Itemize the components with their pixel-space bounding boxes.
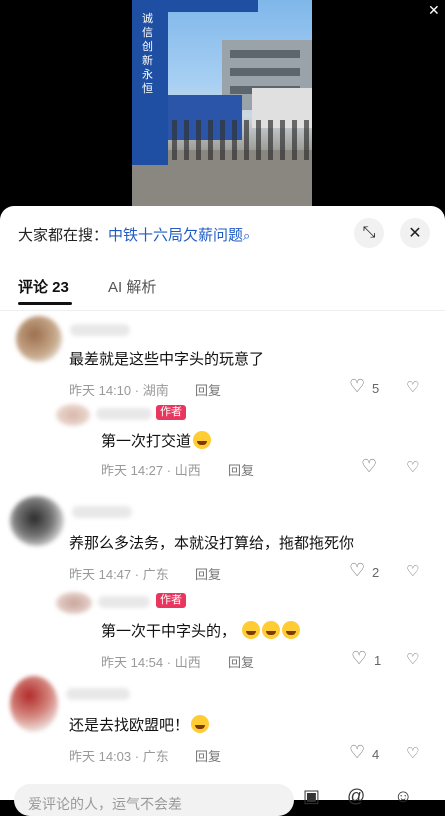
comment-meta: 昨天 14:54 · 山西 [101,655,201,670]
expand-button[interactable]: ⤡ [354,218,384,248]
pillar-text: 诚信创新永恒 [142,12,153,95]
avatar[interactable] [10,496,64,546]
video-close-icon[interactable]: ✕ [428,2,440,19]
dislike-icon[interactable]: ♡ [406,744,419,762]
tab-divider [0,310,445,311]
search-term-link[interactable]: 中铁十六局欠薪问题 [108,227,243,244]
tab-comments[interactable]: 评论 23 [18,276,69,297]
search-prefix: 大家都在搜： [18,227,109,244]
comment-sheet: 大家都在搜：中铁十六局欠薪问题⌕ ⤡ ✕ 评论 23 AI 解析 最差就是这些中… [0,206,445,816]
search-icon: ⌕ [243,228,251,243]
like-count: 1 [374,653,382,668]
comment-text: 养那么多法务，本就没打算给，拖都拖死你 [69,535,355,552]
reply-button[interactable]: 回复 [195,746,221,765]
expand-icon: ⤡ [362,224,376,241]
image-icon[interactable]: ▣ [303,786,320,807]
close-icon: ✕ [408,225,422,242]
comment-meta: 昨天 14:27 · 山西 [101,463,201,478]
avatar[interactable] [10,676,58,732]
avatar[interactable] [56,592,92,614]
gate-beam-image [168,0,258,12]
emoji-icon[interactable]: ☺ [394,786,412,807]
author-badge: 作者 [156,405,186,420]
search-suggestion[interactable]: 大家都在搜：中铁十六局欠薪问题⌕ [18,224,250,245]
avatar[interactable] [16,316,62,362]
video-area[interactable]: 诚信创新永恒 ✕ [0,0,445,212]
username-blurred[interactable] [70,324,130,336]
dislike-icon[interactable]: ♡ [406,378,419,396]
reply-button[interactable]: 回复 [195,380,221,399]
comment-input-placeholder: 爱评论的人，运气不会差 [28,796,182,812]
dislike-icon[interactable]: ♡ [406,458,419,476]
comment-text: 第一次干中字头的， [101,620,301,641]
dislike-icon[interactable]: ♡ [406,562,419,580]
comment-meta: 昨天 14:03 · 广东 [69,749,169,764]
like-count: 2 [372,565,380,580]
crowd-image [172,120,312,160]
like-count: 5 [372,381,380,396]
laugh-cry-emoji-icon [282,621,301,639]
comment-text: 第一次打交道 [101,430,212,451]
laugh-cry-emoji-icon [193,431,212,449]
avatar[interactable] [56,404,90,426]
reply-button[interactable]: 回复 [228,460,254,479]
like-icon[interactable]: ♡ [351,648,367,669]
like-count: 4 [372,747,380,762]
username-blurred[interactable] [98,596,150,608]
author-badge: 作者 [156,593,186,608]
comment-text: 最差就是这些中字头的玩意了 [69,351,265,368]
like-icon[interactable]: ♡ [349,560,365,581]
comment-input[interactable]: 爱评论的人，运气不会差 [14,784,294,816]
gate-pillar-image: 诚信创新永恒 [132,0,168,165]
username-blurred[interactable] [96,408,152,420]
video-frame[interactable]: 诚信创新永恒 [132,0,312,212]
active-tab-indicator [18,302,72,305]
laugh-cry-emoji-icon [262,621,281,639]
like-icon[interactable]: ♡ [361,456,377,477]
comment-text: 还是去找欧盟吧！ [69,714,210,735]
like-icon[interactable]: ♡ [349,742,365,763]
close-button[interactable]: ✕ [400,218,430,248]
reply-button[interactable]: 回复 [195,564,221,583]
dislike-icon[interactable]: ♡ [406,650,419,668]
at-mention-icon[interactable]: @ [347,786,365,807]
comment-input-bar: 爱评论的人，运气不会差 ▣ @ ☺ [0,776,445,816]
laugh-cry-emoji-icon [191,715,210,733]
username-blurred[interactable] [72,506,132,518]
username-blurred[interactable] [66,688,130,700]
laugh-cry-emoji-icon [242,621,261,639]
comment-meta: 昨天 14:47 · 广东 [69,567,169,582]
comment-meta: 昨天 14:10 · 湖南 [69,383,169,398]
reply-button[interactable]: 回复 [228,652,254,671]
tab-ai-analysis[interactable]: AI 解析 [108,276,156,297]
like-icon[interactable]: ♡ [349,376,365,397]
